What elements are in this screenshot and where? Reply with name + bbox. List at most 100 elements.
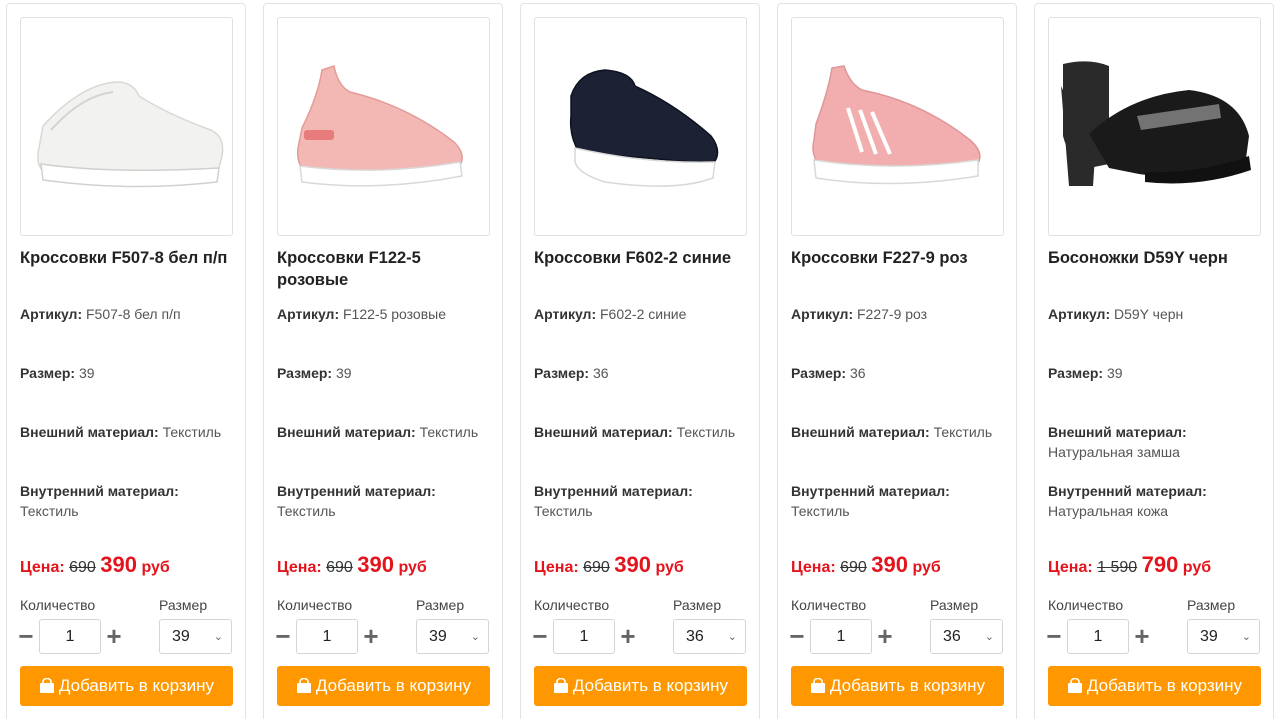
article-label: Артикул: <box>20 306 83 322</box>
add-to-cart-button[interactable]: Добавить в корзину <box>1048 666 1261 706</box>
quantity-decrease-button[interactable]: − <box>529 621 551 651</box>
quantity-input[interactable] <box>810 619 872 654</box>
inner-material-label: Внутренний материал: <box>20 483 179 499</box>
quantity-increase-button[interactable]: + <box>617 621 639 651</box>
add-to-cart-button[interactable]: Добавить в корзину <box>20 666 233 706</box>
product-grid: Кроссовки F507-8 бел п/п Артикул: F507-8… <box>0 0 1280 719</box>
article-row: Артикул: F507-8 бел п/п <box>20 304 238 324</box>
inner-material-value: Натуральная кожа <box>1048 503 1169 519</box>
quantity-input[interactable] <box>296 619 358 654</box>
add-to-cart-button[interactable]: Добавить в корзину <box>534 666 747 706</box>
quantity-input[interactable] <box>39 619 101 654</box>
add-to-cart-label: Добавить в корзину <box>1086 676 1243 695</box>
size-value: 36 <box>592 365 609 381</box>
size-select[interactable]: 36 ⌄ <box>930 619 1003 654</box>
article-row: Артикул: F602-2 синие <box>534 304 752 324</box>
product-image[interactable] <box>20 17 233 236</box>
old-price: 690 <box>69 559 96 576</box>
price-label: Цена: <box>277 559 322 576</box>
sneaker-image <box>296 65 463 187</box>
size-label: Размер: <box>534 365 590 381</box>
price-label: Цена: <box>20 559 65 576</box>
old-price: 690 <box>583 559 610 576</box>
add-to-cart-button[interactable]: Добавить в корзину <box>791 666 1004 706</box>
product-title[interactable]: Кроссовки F507-8 бел п/п <box>20 247 235 269</box>
shopping-bag-icon <box>1067 668 1083 693</box>
price-row: Цена: 1 590 790 руб <box>1048 552 1211 578</box>
quantity-label: Количество <box>791 597 867 613</box>
size-label: Размер: <box>277 365 333 381</box>
size-select[interactable]: 39 ⌄ <box>159 619 232 654</box>
quantity-decrease-button[interactable]: − <box>272 621 294 651</box>
product-title[interactable]: Босоножки D59Y черн <box>1048 247 1263 269</box>
quantity-increase-button[interactable]: + <box>1131 621 1153 651</box>
size-row: Размер: 39 <box>20 363 238 383</box>
add-to-cart-label: Добавить в корзину <box>572 676 729 695</box>
shopping-bag-icon <box>39 668 55 693</box>
article-row: Артикул: D59Y черн <box>1048 304 1266 324</box>
inner-material-value: Текстиль <box>791 503 850 519</box>
product-title[interactable]: Кроссовки F122-5 розовые <box>277 247 492 291</box>
inner-material-row: Внутренний материал: Текстиль <box>277 481 495 521</box>
quantity-decrease-button[interactable]: − <box>1043 621 1065 651</box>
article-row: Артикул: F227-9 роз <box>791 304 1009 324</box>
product-image[interactable] <box>1048 17 1261 236</box>
article-label: Артикул: <box>534 306 597 322</box>
old-price: 1 590 <box>1097 559 1138 576</box>
size-select[interactable]: 39 ⌄ <box>1187 619 1260 654</box>
size-select[interactable]: 39 ⌄ <box>416 619 489 654</box>
size-row: Размер: 39 <box>1048 363 1266 383</box>
outer-material-row: Внешний материал: Текстиль <box>534 422 752 442</box>
quantity-label: Количество <box>277 597 353 613</box>
quantity-increase-button[interactable]: + <box>874 621 896 651</box>
size-label: Размер: <box>791 365 847 381</box>
article-value: F227-9 роз <box>857 306 928 322</box>
size-select-value: 39 <box>429 628 447 645</box>
product-image[interactable] <box>277 17 490 236</box>
product-card: Кроссовки F227-9 роз Артикул: F227-9 роз… <box>777 3 1017 719</box>
inner-material-label: Внутренний материал: <box>791 483 950 499</box>
quantity-increase-button[interactable]: + <box>103 621 125 651</box>
size-select-value: 36 <box>686 628 704 645</box>
inner-material-value: Текстиль <box>277 503 336 519</box>
currency-label: руб <box>912 559 941 576</box>
outer-material-value: Текстиль <box>676 424 736 440</box>
chevron-down-icon: ⌄ <box>727 631 737 643</box>
quantity-decrease-button[interactable]: − <box>786 621 808 651</box>
outer-material-value: Текстиль <box>933 424 993 440</box>
size-select[interactable]: 36 ⌄ <box>673 619 746 654</box>
size-row: Размер: 36 <box>791 363 1009 383</box>
product-title[interactable]: Кроссовки F227-9 роз <box>791 247 1006 269</box>
new-price: 390 <box>357 552 394 577</box>
quantity-decrease-button[interactable]: − <box>15 621 37 651</box>
inner-material-row: Внутренний материал: Текстиль <box>534 481 752 521</box>
add-to-cart-button[interactable]: Добавить в корзину <box>277 666 490 706</box>
sandal-image <box>1061 61 1251 186</box>
sneaker-image <box>569 69 719 187</box>
size-select-label: Размер <box>159 597 208 613</box>
size-value: 39 <box>335 365 352 381</box>
product-card: Босоножки D59Y черн Артикул: D59Y черн Р… <box>1034 3 1274 719</box>
chevron-down-icon: ⌄ <box>470 631 480 643</box>
price-row: Цена: 690 390 руб <box>20 552 170 578</box>
quantity-input[interactable] <box>1067 619 1129 654</box>
size-label: Размер: <box>20 365 76 381</box>
product-title[interactable]: Кроссовки F602-2 синие <box>534 247 749 269</box>
outer-material-label: Внешний материал: <box>277 424 416 440</box>
price-label: Цена: <box>1048 559 1093 576</box>
inner-material-row: Внутренний материал: Текстиль <box>791 481 1009 521</box>
add-to-cart-label: Добавить в корзину <box>829 676 986 695</box>
old-price: 690 <box>326 559 353 576</box>
product-image[interactable] <box>791 17 1004 236</box>
quantity-increase-button[interactable]: + <box>360 621 382 651</box>
size-select-label: Размер <box>1187 597 1236 613</box>
size-select-value: 39 <box>1200 628 1218 645</box>
inner-material-label: Внутренний материал: <box>277 483 436 499</box>
quantity-label: Количество <box>20 597 96 613</box>
outer-material-label: Внешний материал: <box>791 424 930 440</box>
product-image[interactable] <box>534 17 747 236</box>
old-price: 690 <box>840 559 867 576</box>
quantity-input[interactable] <box>553 619 615 654</box>
outer-material-value: Текстиль <box>419 424 479 440</box>
size-select-value: 39 <box>172 628 190 645</box>
